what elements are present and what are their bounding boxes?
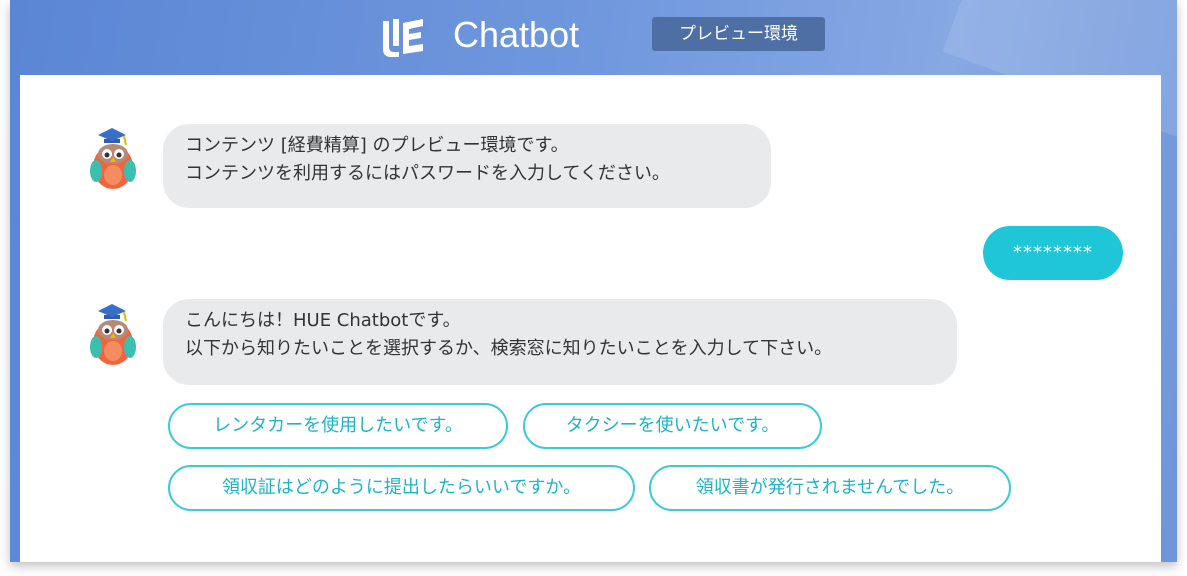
message-line: コンテンツを利用するにはパスワードを入力してください。 (185, 163, 670, 184)
owl-avatar-icon (90, 128, 136, 189)
preview-environment-badge: プレビュー環境 (652, 17, 825, 51)
chat-area[interactable]: コンテンツ [経費精算] のプレビュー環境です。 コンテンツを利用するにはパスワ… (20, 75, 1161, 562)
owl-avatar-icon (90, 304, 136, 365)
suggestion-button-rental-car[interactable]: レンタカーを使用したいです。 (168, 403, 508, 449)
suggestion-button-taxi[interactable]: タクシーを使いたいです。 (523, 403, 822, 449)
chat-header: Chatbot プレビュー環境 (10, 0, 1177, 75)
suggestion-button-receipt-not-issued[interactable]: 領収書が発行されませんでした。 (649, 465, 1011, 511)
message-line: コンテンツ [経費精算] のプレビュー環境です。 (185, 135, 569, 156)
app-title: Chatbot (453, 14, 580, 55)
user-message-bubble: ******** (983, 226, 1123, 280)
message-line: 以下から知りたいことを選択するか、検索窓に知りたいことを入力して下さい。 (185, 338, 833, 359)
hue-logo-icon (383, 19, 423, 57)
suggestion-button-receipt-submission[interactable]: 領収証はどのように提出したらいいですか。 (168, 465, 635, 511)
message-line: こんにちは！HUE Chatbotです。 (185, 310, 461, 331)
bot-message-bubble: こんにちは！HUE Chatbotです。 以下から知りたいことを選択するか、検索… (163, 299, 957, 385)
chatbot-window: Chatbot プレビュー環境 コンテンツ [経費精算] のプレビュー環境です。… (10, 0, 1177, 562)
bot-message-bubble: コンテンツ [経費精算] のプレビュー環境です。 コンテンツを利用するにはパスワ… (163, 124, 771, 208)
